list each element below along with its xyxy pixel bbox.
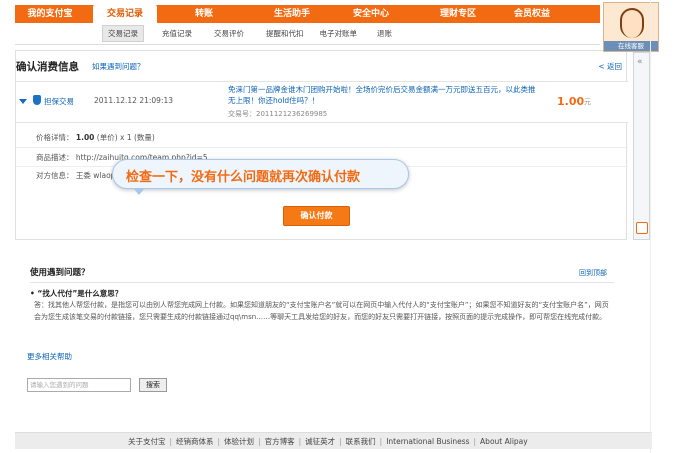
more-help-link[interactable]: 更多相关帮助 <box>27 351 72 362</box>
footer-links: 关于支付宝 | 经销商体系 | 体验计划 | 官方博客 | 诚征英才 | 联系我们 | In… <box>128 436 528 447</box>
footer-separator: | <box>258 437 261 446</box>
footer-link[interactable]: 官方博客 <box>265 436 295 447</box>
expand-arrow-icon[interactable] <box>19 99 27 104</box>
page-title: 确认消费信息 <box>16 61 79 73</box>
help-divider <box>30 282 614 283</box>
footer-separator: | <box>169 437 173 446</box>
footer-separator: | <box>339 437 342 446</box>
price-label: 价格详情： <box>36 133 74 142</box>
price-detail: 价格详情： 1.00 (单价) x 1 (数量) <box>36 132 155 143</box>
nav-my-alipay[interactable]: 我的支付宝 <box>15 5 85 23</box>
subnav-trade-records[interactable]: 交易记录 <box>102 24 144 42</box>
confirm-payment-button[interactable]: 确认付款 <box>283 206 350 226</box>
footer-link[interactable]: 诚征英才 <box>305 436 335 447</box>
footer-link[interactable]: 关于支付宝 <box>128 436 166 447</box>
back-to-top-link[interactable]: 回到顶部 <box>579 268 607 278</box>
nav-security-center[interactable]: 安全中心 <box>341 5 401 23</box>
help-search-button[interactable]: 搜索 <box>139 378 167 392</box>
subnav-e-statement[interactable]: 电子对账单 <box>320 28 358 39</box>
help-title: 使用遇到问题？ <box>30 268 90 278</box>
trade-row: 担保交易 2011.12.12 21:09:13 免涞门第一品牌金谁木门团购开始… <box>16 81 628 123</box>
price-suffix: (单价) x 1 (数量) <box>96 133 155 142</box>
footer-link[interactable]: 经销商体系 <box>176 436 214 447</box>
trade-time: 2011.12.12 21:09:13 <box>94 96 174 105</box>
top-navigation: 我的支付宝 交易记录 转账 生活助手 安全中心 理财专区 会员权益 <box>15 5 600 23</box>
party-value: 王委 wlaop <box>75 171 116 180</box>
avatar-face-icon <box>620 8 644 38</box>
nav-member-benefits[interactable]: 会员权益 <box>504 5 560 23</box>
trade-amount: 1.00 <box>557 95 585 108</box>
nav-transfer[interactable]: 转账 <box>177 5 231 23</box>
shield-icon <box>33 95 41 105</box>
footer-separator: | <box>473 437 477 446</box>
tooltip-text: 检查一下，没有什么问题就再次确认付款 <box>126 170 361 185</box>
subnav-reminders[interactable]: 提醒和代扣 <box>266 28 304 39</box>
footer-link[interactable]: About Alipay <box>480 437 528 446</box>
footer-separator: | <box>217 437 221 446</box>
price-value: 1.00 <box>75 133 95 142</box>
sub-navigation: 交易记录 充值记录 交易评价 提醒和代扣 电子对账单 退账 <box>15 23 600 43</box>
trade-type[interactable]: 担保交易 <box>44 96 74 107</box>
footer-link[interactable]: 体验计划 <box>224 436 254 447</box>
trade-number: 交易号：2011121236269985 <box>228 110 328 118</box>
page-right-border <box>650 0 651 453</box>
faq-question-text: “找人代付”是什么意思？ <box>37 289 123 298</box>
nav-life-assistant[interactable]: 生活助手 <box>257 5 327 23</box>
instruction-tooltip: 检查一下，没有什么问题就再次确认付款 <box>112 159 409 195</box>
subnav-recharge-records[interactable]: 充值记录 <box>162 28 192 39</box>
trade-title-link[interactable]: 免涞门第一品牌金谁木门团购开始啦！全场价完价后交易金额满一万元即送五百元，以此类… <box>228 84 538 106</box>
back-link[interactable]: < 返回 <box>598 61 622 72</box>
detail-divider <box>16 147 628 148</box>
nav-trade-records[interactable]: 交易记录 <box>93 5 157 23</box>
faq-question: • “找人代付”是什么意思？ <box>30 289 123 298</box>
help-search-input[interactable]: 请输入您遇到的问题 <box>27 378 131 392</box>
side-toolbar: « <box>633 52 650 240</box>
collapse-arrow-icon[interactable]: « <box>637 57 643 67</box>
trade-currency-unit: 元 <box>584 98 591 106</box>
party-detail: 对方信息： 王委 wlaop <box>36 170 115 181</box>
nav-finance[interactable]: 理财专区 <box>428 5 488 23</box>
description-label: 商品描述： <box>36 153 74 162</box>
footer-separator: | <box>379 437 383 446</box>
party-label: 对方信息： <box>36 171 74 180</box>
feedback-icon[interactable] <box>636 222 648 234</box>
footer-link[interactable]: 联系我们 <box>346 436 376 447</box>
subnav-refund[interactable]: 退账 <box>377 28 392 39</box>
help-link[interactable]: 如果遇到问题？ <box>92 61 145 72</box>
tooltip-tail <box>133 188 145 195</box>
faq-answer: 答：找其他人帮您付款，是指您可以由别人帮您完成网上付款。如果您知道朋友的“支付宝… <box>34 301 609 321</box>
nav-divider <box>15 44 600 45</box>
subnav-trade-review[interactable]: 交易评价 <box>214 28 244 39</box>
footer-separator: | <box>298 437 302 446</box>
footer-link[interactable]: International Business <box>386 437 469 446</box>
